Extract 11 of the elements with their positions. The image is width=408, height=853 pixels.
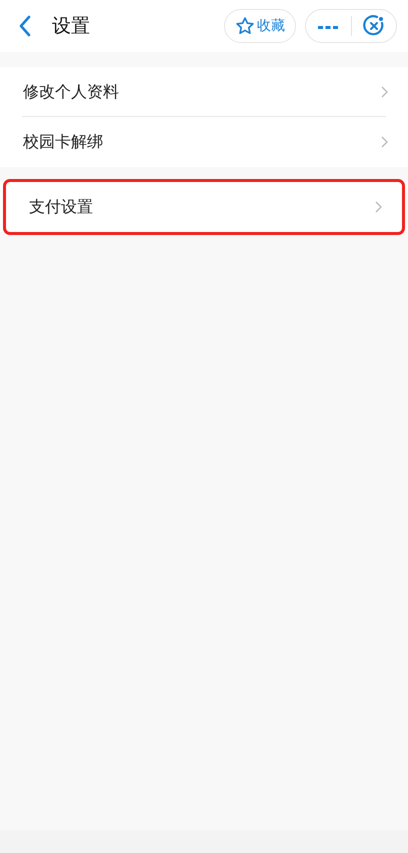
favorite-button[interactable]: 收藏 [224, 9, 296, 43]
row-label: 修改个人资料 [23, 81, 120, 103]
chevron-right-icon [381, 86, 388, 98]
settings-row[interactable]: 校园卡解绑 [0, 117, 408, 167]
star-icon [235, 16, 255, 36]
row-label: 校园卡解绑 [23, 131, 104, 153]
chevron-right-icon [381, 136, 388, 148]
chevron-right-icon [375, 201, 382, 213]
row-label: 支付设置 [29, 196, 94, 218]
settings-row[interactable]: 修改个人资料 [0, 67, 408, 117]
page-title: 设置 [52, 14, 90, 39]
